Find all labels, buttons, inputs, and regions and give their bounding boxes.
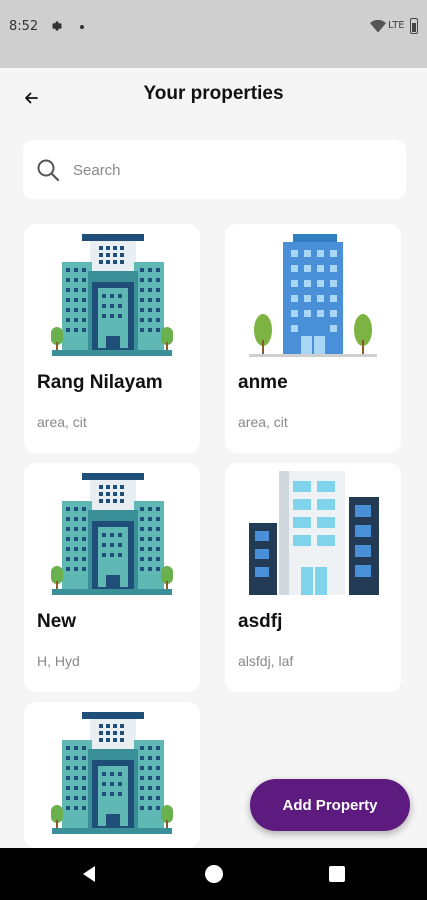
property-name: asdfj	[238, 611, 283, 632]
search-input[interactable]	[73, 150, 393, 190]
property-card[interactable]: New H, Hyd	[24, 463, 200, 692]
property-card[interactable]: anme area, cit	[225, 224, 401, 453]
nav-home-icon[interactable]	[205, 865, 223, 883]
search-icon	[37, 159, 60, 182]
app-bar: Your properties	[0, 68, 427, 126]
property-card[interactable]: Rang Nilayam area, cit	[24, 224, 200, 453]
nav-recents-icon[interactable]	[329, 866, 345, 882]
property-location: alsfdj, laf	[238, 653, 294, 669]
property-name: anme	[238, 372, 288, 393]
network-label: LTE	[388, 20, 405, 31]
apartment-complex-illustration	[51, 712, 173, 834]
system-nav-bar	[0, 848, 427, 900]
property-card[interactable]	[24, 702, 200, 848]
status-time: 8:52	[9, 19, 39, 34]
battery-icon	[410, 18, 418, 34]
property-location: area, cit	[238, 414, 288, 430]
page-title: Your properties	[143, 83, 284, 104]
status-bar: 8:52 LTE	[0, 0, 427, 68]
wifi-icon	[370, 20, 386, 33]
property-location: area, cit	[37, 414, 87, 430]
property-card[interactable]: asdfj alsfdj, laf	[225, 463, 401, 692]
nav-back-icon[interactable]	[80, 865, 98, 883]
search-box[interactable]	[23, 140, 406, 199]
gear-icon	[52, 21, 62, 31]
notification-dot-icon	[80, 25, 84, 29]
apartment-complex-illustration	[51, 234, 173, 356]
property-name: Rang Nilayam	[37, 372, 163, 393]
blue-tower-illustration	[249, 234, 377, 357]
add-property-button[interactable]: Add Property	[250, 779, 410, 831]
apartment-complex-illustration	[51, 473, 173, 595]
property-location: H, Hyd	[37, 653, 80, 669]
property-name: New	[37, 611, 77, 632]
office-building-illustration	[249, 471, 379, 595]
